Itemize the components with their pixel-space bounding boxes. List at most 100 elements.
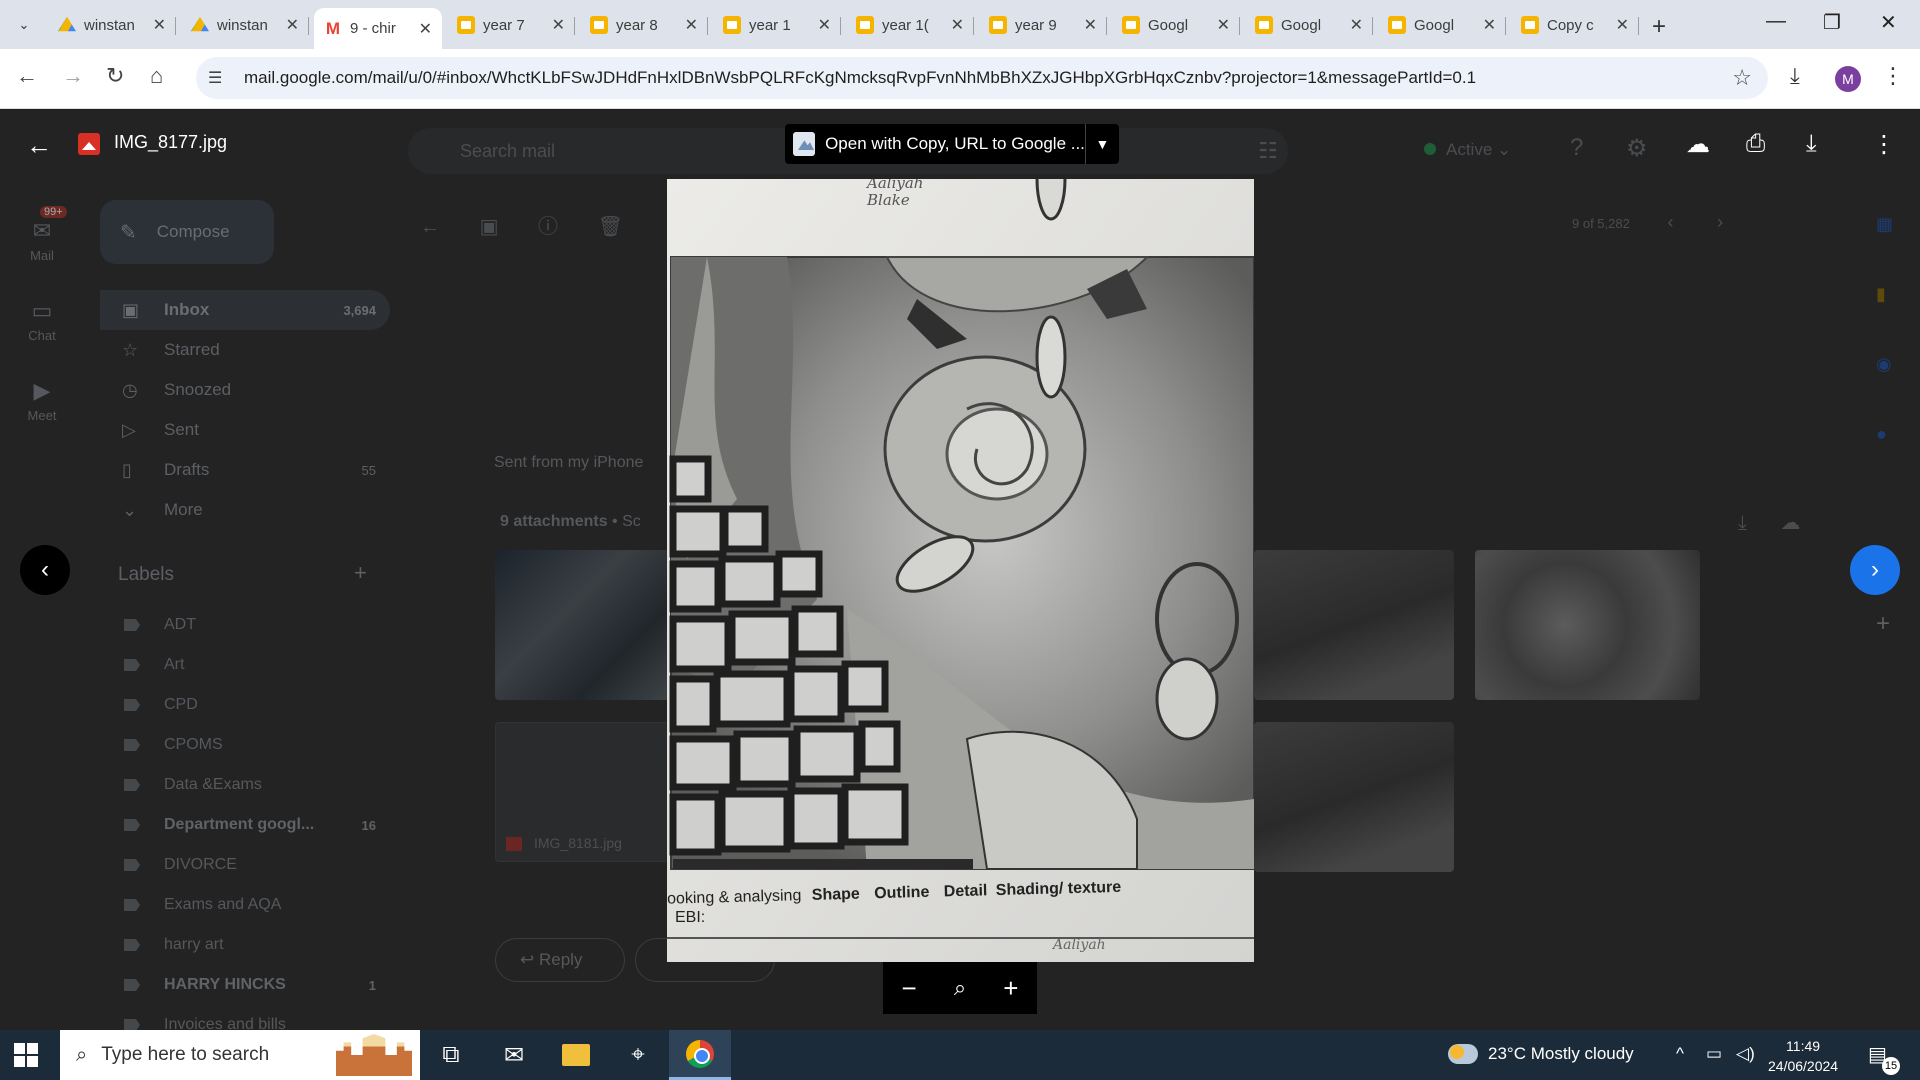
- label-item[interactable]: harry art: [100, 925, 390, 965]
- home-icon[interactable]: ⌂: [150, 63, 163, 89]
- attachment-thumbnail[interactable]: [1254, 550, 1454, 700]
- close-tab-icon[interactable]: ✕: [1217, 15, 1230, 35]
- print-icon[interactable]: ⎙: [1746, 130, 1765, 158]
- folder-sent[interactable]: ▷ Sent: [100, 410, 390, 450]
- tab-search-chevron-icon[interactable]: ⌄: [10, 12, 38, 38]
- close-tab-icon[interactable]: ✕: [419, 19, 432, 39]
- folder-inbox[interactable]: ▣ Inbox 3,694: [100, 290, 390, 330]
- forward-icon[interactable]: →: [62, 63, 84, 89]
- zoom-in-icon[interactable]: +: [1003, 973, 1018, 1004]
- taskbar-clock[interactable]: 11:49 24/06/2024: [1768, 1036, 1838, 1076]
- calendar-icon[interactable]: ▦: [1876, 214, 1893, 235]
- add-to-drive-icon[interactable]: ☁: [1686, 130, 1710, 159]
- older-icon[interactable]: ›: [1717, 212, 1723, 232]
- close-tab-icon[interactable]: ✕: [1616, 15, 1629, 35]
- reply-button[interactable]: ↩ Reply: [495, 938, 625, 982]
- next-image-button[interactable]: ›: [1850, 545, 1900, 595]
- tasks-icon[interactable]: ◉: [1876, 354, 1892, 375]
- open-with-button[interactable]: Open with Copy, URL to Google ... ▼: [785, 124, 1119, 164]
- back-to-inbox-icon[interactable]: ←: [420, 216, 440, 238]
- folder-starred[interactable]: ☆ Starred: [100, 330, 390, 370]
- url-text[interactable]: mail.google.com/mail/u/0/#inbox/WhctKLbF…: [244, 68, 1732, 88]
- close-tab-icon[interactable]: ✕: [685, 15, 698, 35]
- taskbar-search-input[interactable]: ⌕ Type here to search: [60, 1030, 420, 1080]
- add-on-plus-icon[interactable]: +: [1876, 610, 1890, 638]
- save-to-drive-icon[interactable]: ☁: [1780, 512, 1800, 534]
- download-all-icon[interactable]: ⤓: [1738, 512, 1747, 534]
- more-options-icon[interactable]: ⋮: [1872, 130, 1896, 159]
- restore-icon[interactable]: ❐: [1823, 10, 1841, 35]
- attachment-filename[interactable]: IMG_8181.jpg: [506, 835, 622, 852]
- tray-overflow-chevron-icon[interactable]: ^: [1676, 1044, 1684, 1064]
- compose-button[interactable]: ✎ Compose: [100, 200, 274, 264]
- close-window-icon[interactable]: ✕: [1880, 10, 1897, 35]
- rail-mail[interactable]: ✉ Mail: [0, 218, 84, 263]
- close-tab-icon[interactable]: ✕: [286, 15, 299, 35]
- contacts-icon[interactable]: ●: [1876, 424, 1887, 445]
- add-label-icon[interactable]: +: [354, 560, 367, 586]
- browser-tab[interactable]: winstan ✕: [48, 8, 176, 42]
- network-icon[interactable]: ▭: [1706, 1044, 1722, 1064]
- new-tab-button[interactable]: +: [1652, 13, 1666, 41]
- previous-image-button[interactable]: ‹: [20, 545, 70, 595]
- browser-tab[interactable]: Googl ✕: [1378, 8, 1506, 42]
- browser-tab[interactable]: year 1(✕: [846, 8, 974, 42]
- browser-tab[interactable]: year 8 ✕: [580, 8, 708, 42]
- close-tab-icon[interactable]: ✕: [951, 15, 964, 35]
- profile-avatar[interactable]: M: [1835, 66, 1861, 92]
- keep-icon[interactable]: ▮: [1876, 284, 1886, 305]
- site-info-icon[interactable]: ☰: [208, 68, 232, 88]
- browser-tab[interactable]: winstan ✕: [181, 8, 309, 42]
- folder-more[interactable]: ⌄ More: [100, 490, 390, 530]
- close-tab-icon[interactable]: ✕: [1084, 15, 1097, 35]
- reload-icon[interactable]: ↻: [106, 63, 124, 89]
- label-item[interactable]: Art: [100, 645, 390, 685]
- rail-chat[interactable]: ▭ Chat: [0, 298, 84, 343]
- minimize-icon[interactable]: —: [1766, 10, 1786, 33]
- label-item[interactable]: HARRY HINCKS 1: [100, 965, 390, 1005]
- folder-drafts[interactable]: ▯ Drafts 55: [100, 450, 390, 490]
- browser-tab[interactable]: Googl ✕: [1112, 8, 1240, 42]
- task-view-icon[interactable]: ⧉: [420, 1030, 482, 1080]
- browser-tab[interactable]: Googl ✕: [1245, 8, 1373, 42]
- label-item[interactable]: Exams and AQA: [100, 885, 390, 925]
- close-viewer-back-icon[interactable]: ←: [26, 130, 52, 161]
- label-item[interactable]: ADT: [100, 605, 390, 645]
- attachment-thumbnail[interactable]: [1254, 722, 1454, 872]
- browser-tab[interactable]: year 1 ✕: [713, 8, 841, 42]
- attachment-thumbnail[interactable]: [1475, 550, 1700, 700]
- newer-icon[interactable]: ‹: [1667, 212, 1673, 232]
- download-icon[interactable]: ⤓: [1806, 130, 1817, 158]
- attachment-thumbnail[interactable]: [495, 550, 675, 700]
- chrome-menu-icon[interactable]: ⋮: [1882, 63, 1904, 89]
- volume-icon[interactable]: ◁): [1736, 1044, 1755, 1064]
- label-item[interactable]: CPOMS: [100, 725, 390, 765]
- file-explorer-icon[interactable]: [545, 1030, 607, 1080]
- archive-icon[interactable]: ▣: [480, 216, 499, 238]
- bookmark-star-icon[interactable]: ☆: [1732, 65, 1752, 91]
- browser-tab[interactable]: Copy c ✕: [1511, 8, 1639, 42]
- browser-tab[interactable]: M 9 - chir ✕: [314, 8, 442, 49]
- close-tab-icon[interactable]: ✕: [818, 15, 831, 35]
- close-tab-icon[interactable]: ✕: [153, 15, 166, 35]
- mail-app-icon[interactable]: ✉: [483, 1030, 545, 1080]
- label-item[interactable]: Data &Exams: [100, 765, 390, 805]
- rail-meet[interactable]: ▶ Meet: [0, 378, 84, 423]
- open-with-dropdown-icon[interactable]: ▼: [1084, 124, 1119, 164]
- address-bar[interactable]: ☰ mail.google.com/mail/u/0/#inbox/WhctKL…: [196, 57, 1768, 99]
- zoom-reset-icon[interactable]: ⌕: [954, 975, 966, 1001]
- close-tab-icon[interactable]: ✕: [1483, 15, 1496, 35]
- label-item[interactable]: Department googl... 16: [100, 805, 390, 845]
- maps-app-icon[interactable]: ⌖: [607, 1030, 669, 1080]
- delete-icon[interactable]: 🗑: [598, 216, 623, 238]
- browser-tab[interactable]: year 9 ✕: [979, 8, 1107, 42]
- label-item[interactable]: CPD: [100, 685, 390, 725]
- close-tab-icon[interactable]: ✕: [1350, 15, 1363, 35]
- report-spam-icon[interactable]: ⓘ: [538, 216, 558, 238]
- weather-widget[interactable]: 23°C Mostly cloudy: [1448, 1044, 1634, 1064]
- windows-start-icon[interactable]: [14, 1043, 38, 1067]
- back-icon[interactable]: ←: [16, 63, 38, 89]
- close-tab-icon[interactable]: ✕: [552, 15, 565, 35]
- downloads-icon[interactable]: ⤓: [1790, 63, 1800, 89]
- zoom-out-icon[interactable]: −: [902, 973, 917, 1004]
